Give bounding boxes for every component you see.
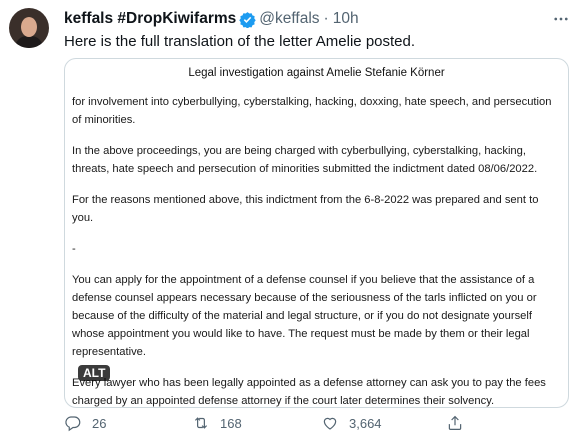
alt-badge[interactable]: ALT bbox=[78, 365, 111, 381]
tweet-image[interactable]: Legal investigation against Amelie Stefa… bbox=[64, 58, 569, 408]
verified-badge-icon bbox=[239, 11, 256, 28]
more-icon[interactable] bbox=[551, 9, 571, 29]
retweet-icon bbox=[194, 417, 208, 429]
handle[interactable]: @keffals bbox=[259, 10, 319, 28]
tweet-header: keffals #DropKiwifarms @keffals · 10h bbox=[64, 9, 359, 29]
document-paragraph: In the above proceedings, you are being … bbox=[72, 145, 538, 175]
share-icon bbox=[448, 415, 462, 430]
display-name[interactable]: keffals #DropKiwifarms bbox=[64, 10, 236, 28]
timestamp[interactable]: 10h bbox=[333, 10, 359, 28]
document-paragraph: You can apply for the appointment of a d… bbox=[72, 274, 537, 358]
like-count: 3,664 bbox=[349, 415, 382, 431]
reply-count: 26 bbox=[92, 415, 107, 431]
document-body: for involvement into cyberbullying, cybe… bbox=[72, 93, 560, 407]
document-paragraph: - bbox=[72, 243, 76, 255]
like-button[interactable]: 3,664 bbox=[321, 414, 382, 432]
separator-dot: · bbox=[323, 10, 329, 27]
heart-icon bbox=[323, 417, 337, 430]
reply-icon bbox=[65, 416, 81, 432]
avatar[interactable] bbox=[9, 8, 49, 48]
retweet-button[interactable]: 168 bbox=[192, 414, 242, 432]
retweet-count: 168 bbox=[220, 415, 242, 431]
avatar-body bbox=[15, 36, 43, 48]
document-paragraph: for involvement into cyberbullying, cybe… bbox=[72, 96, 552, 126]
document-paragraph: For the reasons mentioned above, this in… bbox=[72, 194, 539, 224]
avatar-face bbox=[21, 17, 37, 37]
document-title: Legal investigation against Amelie Stefa… bbox=[188, 67, 445, 79]
reply-button[interactable]: 26 bbox=[64, 414, 106, 432]
share-button[interactable] bbox=[446, 414, 464, 432]
tweet-text: Here is the full translation of the lett… bbox=[64, 33, 416, 50]
tweet-actions: 26 168 3,664 bbox=[64, 411, 574, 435]
document-paragraph: Every lawyer who has been legally appoin… bbox=[72, 377, 546, 407]
